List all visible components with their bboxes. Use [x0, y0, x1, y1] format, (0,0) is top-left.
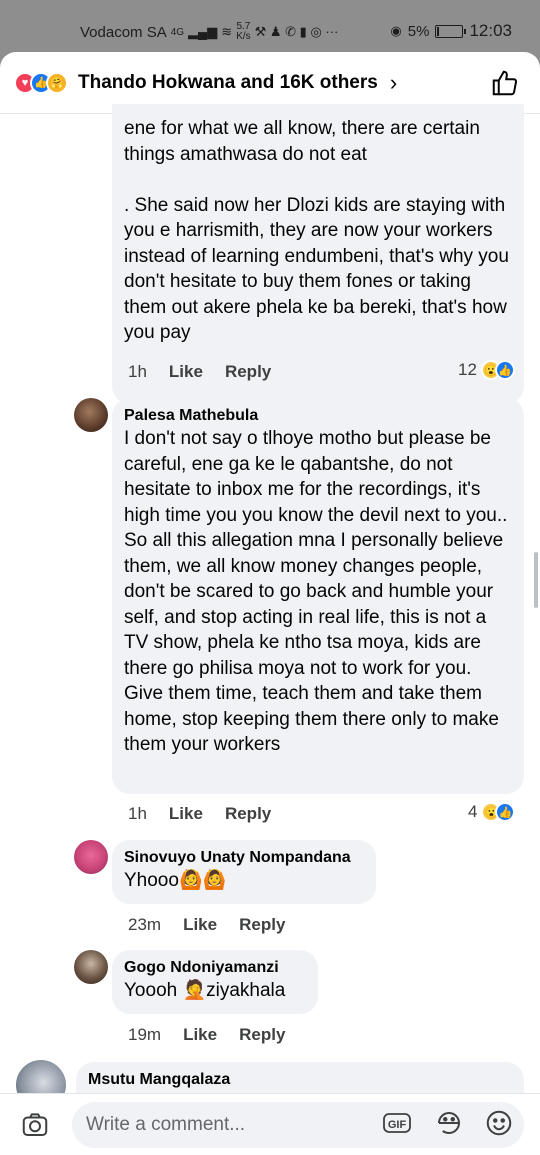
like-button[interactable]: Like [183, 915, 217, 935]
scrollbar[interactable] [534, 552, 538, 608]
reply-button[interactable]: Reply [225, 362, 271, 382]
reply-button[interactable]: Reply [225, 804, 271, 824]
carrier-label: Vodacom SA [80, 23, 167, 41]
comment-actions: 23m Like Reply [128, 915, 285, 935]
comment-bubble[interactable]: Palesa Mathebula I don't not say o tlhoy… [112, 398, 524, 794]
comment-time: 1h [128, 804, 147, 823]
signal-icon: ▂▄▆ [188, 24, 218, 39]
battery-icon [435, 24, 467, 38]
status-bar: Vodacom SA 4G ▂▄▆ ≋ 5.7 K/s ⚒ ♟ ✆ ▮ ◎ ··… [0, 0, 540, 52]
chevron-right-icon[interactable]: › [390, 70, 397, 96]
comment-text: I don't not say o tlhoye motho but pleas… [124, 428, 508, 755]
comment-text: Yhooo🙆🙆 [124, 870, 227, 891]
comments-sheet: ♥ 👍 🤗 Thando Hokwana and 16K others › en… [0, 52, 540, 1155]
comment-actions: 1h Like Reply [128, 362, 271, 382]
like-icon: 👍 [495, 802, 516, 822]
comment-bubble[interactable]: Gogo Ndoniyamanzi Yoooh 🤦ziyakhala [112, 950, 318, 1014]
comment-actions: 1h Like Reply [128, 804, 271, 824]
battery-fill [437, 26, 439, 36]
battery-percent: 5% [407, 22, 430, 40]
comment-composer: Write a comment... GIF [0, 1093, 540, 1155]
sticker-icon[interactable] [434, 1108, 464, 1138]
like-icon: 👍 [494, 360, 515, 380]
comment-time: 23m [128, 915, 162, 934]
status-right: ◉ 5% 12:03 [390, 21, 512, 41]
network-speed-label: 5.7 K/s [236, 21, 251, 42]
eye-comfort-icon: ◉ [390, 23, 402, 38]
avatar[interactable] [74, 950, 108, 984]
notification-icons: ⚒ ♟ ✆ ▮ ◎ ··· [254, 24, 339, 39]
status-left: Vodacom SA 4G ▂▄▆ ≋ 5.7 K/s ⚒ ♟ ✆ ▮ ◎ ··… [80, 22, 338, 42]
comment-author[interactable]: Msutu Mangqalaza [88, 1070, 512, 1090]
reaction-count-value: 12 [458, 360, 477, 379]
reactions-summary[interactable]: Thando Hokwana and 16K others [78, 72, 378, 94]
comment-input-placeholder: Write a comment... [86, 1114, 246, 1135]
comment-text: ene for what we all know, there are cert… [124, 118, 509, 343]
reply-button[interactable]: Reply [239, 915, 285, 935]
reaction-count[interactable]: 12 😮 👍 [458, 360, 515, 380]
comment-text: Yoooh 🤦ziyakhala [124, 980, 286, 1001]
network-type-label: 4G [170, 26, 185, 38]
avatar[interactable] [74, 398, 108, 432]
reply-button[interactable]: Reply [239, 1025, 285, 1045]
like-button[interactable]: Like [169, 362, 203, 382]
comment-actions: 19m Like Reply [128, 1025, 285, 1045]
reaction-count[interactable]: 4 😮 👍 [468, 802, 516, 822]
wifi-icon: ≋ [221, 24, 233, 39]
like-button[interactable]: Like [183, 1025, 217, 1045]
comment-bubble[interactable]: Sinovuyo Unaty Nompandana Yhooo🙆🙆 [112, 840, 376, 904]
comment-time: 1h [128, 362, 147, 381]
comment-author[interactable]: Gogo Ndoniyamanzi [124, 958, 306, 978]
gif-label: GIF [388, 1119, 407, 1131]
like-button[interactable]: Like [169, 804, 203, 824]
comment-time: 19m [128, 1025, 162, 1044]
clock: 12:03 [469, 21, 512, 40]
reaction-count-value: 4 [468, 802, 478, 821]
reaction-icons: ♥ 👍 🤗 [14, 71, 68, 94]
like-thumb-icon[interactable] [490, 68, 520, 98]
care-icon: 🤗 [46, 71, 68, 94]
gif-icon[interactable]: GIF [382, 1108, 412, 1138]
camera-icon[interactable] [20, 1110, 50, 1140]
comment-author[interactable]: Sinovuyo Unaty Nompandana [124, 848, 364, 868]
avatar[interactable] [74, 840, 108, 874]
emoji-icon[interactable] [484, 1108, 514, 1138]
comment-bubble[interactable]: ene for what we all know, there are cert… [112, 104, 524, 404]
comment-author[interactable]: Palesa Mathebula [124, 406, 512, 426]
